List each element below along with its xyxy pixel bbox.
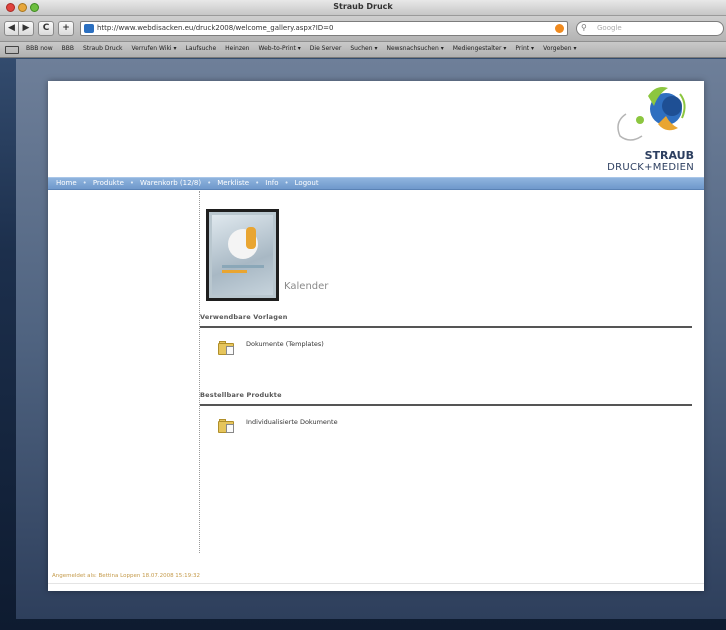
search-icon: ⚲ — [581, 23, 587, 32]
bookmark-item[interactable]: Straub Druck — [83, 45, 123, 52]
calendar-thumbnail[interactable] — [206, 209, 279, 301]
bookmark-item[interactable]: Die Server — [310, 45, 342, 52]
bookmark-item[interactable]: Web-to-Print ▾ — [259, 45, 301, 52]
bookmark-item[interactable]: Vorgeben ▾ — [543, 45, 576, 52]
page-footer: Angemeldet als: Bettina Loppen 18.07.200… — [48, 571, 704, 591]
item-label[interactable]: Individualisierte Dokumente — [246, 418, 338, 426]
reload-button[interactable]: C — [38, 21, 54, 36]
title-bar: Straub Druck — [0, 0, 726, 16]
search-input[interactable]: ⚲ Google — [576, 21, 724, 36]
browser-window: Straub Druck ◀ ▶ C + http://www.webdisac… — [0, 0, 726, 630]
rss-icon[interactable] — [555, 24, 564, 33]
url-text: http://www.webdisacken.eu/druck2008/welc… — [97, 24, 334, 32]
bookmark-item[interactable]: Verrufen Wiki ▾ — [132, 45, 177, 52]
site-favicon-icon — [84, 24, 94, 33]
bookmarks-list: BBB now BBB Straub Druck Verrufen Wiki ▾ Lau… — [26, 45, 576, 52]
address-bar[interactable]: http://www.webdisacken.eu/druck2008/welc… — [80, 21, 568, 36]
bookmark-item[interactable]: BBB now — [26, 45, 53, 52]
nav-separator: • — [255, 179, 260, 187]
bookmark-item[interactable]: Suchen ▾ — [350, 45, 377, 52]
folder-icon — [218, 341, 236, 355]
footer-divider — [48, 583, 704, 584]
bookmark-item[interactable]: Laufsuche — [186, 45, 217, 52]
list-item-templates[interactable]: Dokumente (Templates) — [218, 340, 324, 355]
bookmark-item[interactable]: Newsnachsuchen ▾ — [386, 45, 443, 52]
nav-link[interactable]: Warenkorb (12/8) — [140, 179, 201, 187]
window-title: Straub Druck — [333, 2, 393, 11]
nav-link[interactable]: Merkliste — [217, 179, 249, 187]
web-page: STRAUB DRUCK+MEDIEN Home • Produkte • Warenk… — [48, 81, 704, 591]
page-header: STRAUB DRUCK+MEDIEN — [48, 81, 704, 177]
left-sidebar — [48, 191, 200, 553]
logo-title: STRAUB — [644, 149, 694, 162]
item-label[interactable]: Dokumente (Templates) — [246, 340, 324, 348]
nav-separator: • — [284, 179, 289, 187]
logo-subtitle: DRUCK+MEDIEN — [607, 162, 694, 173]
section-heading-products: Bestellbare Produkte — [200, 391, 282, 399]
nav-separator: • — [129, 179, 135, 187]
show-all-bookmarks-icon[interactable] — [5, 46, 19, 54]
back-button[interactable]: ◀ — [4, 21, 19, 36]
bookmarks-bar: BBB now BBB Straub Druck Verrufen Wiki ▾ Lau… — [0, 42, 726, 58]
main-content: Kalender Verwendbare Vorlagen Dokumente … — [200, 191, 700, 553]
thumbnail-image — [212, 215, 273, 295]
straub-logo-icon — [617, 87, 686, 141]
nav-link[interactable]: Info — [265, 179, 278, 187]
bookmark-item[interactable]: Mediengestalter ▾ — [453, 45, 507, 52]
search-placeholder: Google — [597, 24, 622, 32]
nav-separator: • — [82, 179, 87, 187]
bookmark-item[interactable]: BBB — [62, 45, 74, 52]
catalog-title: Kalender — [284, 281, 329, 292]
nav-link[interactable]: Produkte — [93, 179, 124, 187]
nav-link[interactable]: Home — [56, 179, 77, 187]
nav-items: Home • Produkte • Warenkorb (12/8) • Merkliste… — [56, 179, 319, 187]
nav-link[interactable]: Logout — [295, 179, 319, 187]
login-status-text: Angemeldet als: Bettina Loppen 18.07.200… — [52, 573, 201, 579]
section-divider — [200, 326, 692, 328]
add-bookmark-button[interactable]: + — [58, 21, 74, 36]
section-heading-templates: Verwendbare Vorlagen — [200, 313, 288, 321]
list-item-products[interactable]: Individualisierte Dokumente — [218, 418, 338, 433]
nav-separator: • — [207, 179, 212, 187]
bookmark-item[interactable]: Heinzen — [225, 45, 249, 52]
browser-toolbar: ◀ ▶ C + http://www.webdisacken.eu/druck2… — [0, 16, 726, 42]
section-divider — [200, 404, 692, 406]
bookmark-item[interactable]: Print ▾ — [515, 45, 534, 52]
main-nav: Home • Produkte • Warenkorb (12/8) • Merkliste… — [48, 177, 704, 190]
folder-icon — [218, 419, 236, 433]
forward-button[interactable]: ▶ — [19, 21, 34, 36]
